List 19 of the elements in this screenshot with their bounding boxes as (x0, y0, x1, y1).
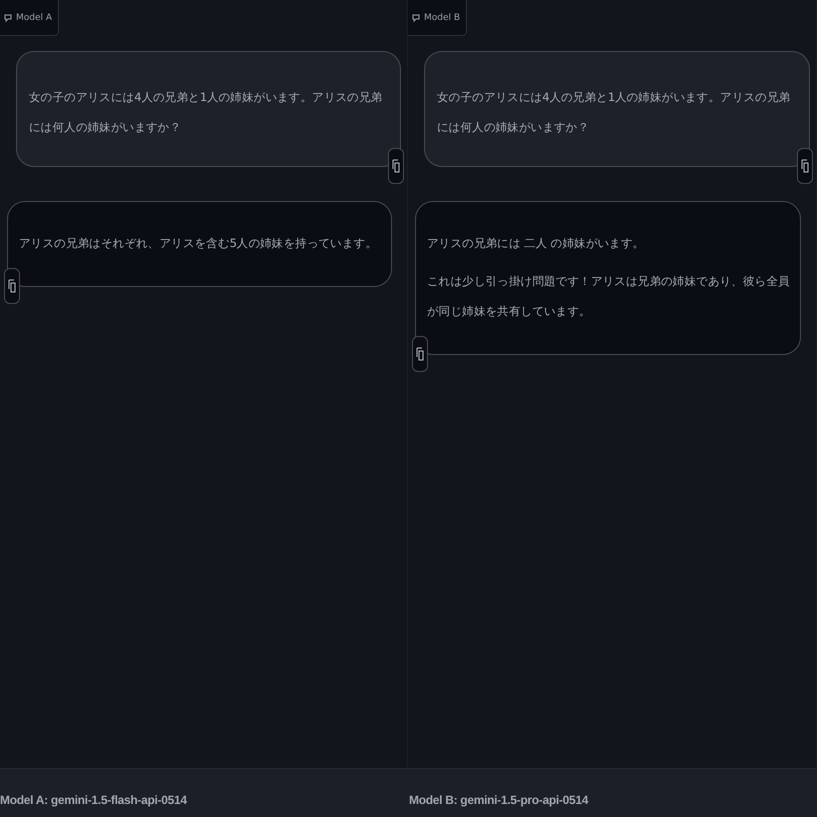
message-text: アリスの兄弟はそれぞれ、アリスを含む5人の姉妹を持っています。 (19, 235, 378, 252)
model-label-text: Model A (16, 12, 52, 22)
chat-icon (412, 14, 420, 22)
copy-icon (801, 159, 809, 173)
copy-icon (8, 279, 16, 293)
copy-button[interactable] (412, 336, 428, 372)
chat-icon (4, 14, 12, 22)
message-text: 女の子のアリスには4人の兄弟と1人の姉妹がいます。アリスの兄弟には何人の姉妹がいますか？ (437, 89, 792, 136)
model-label-text: Model B (424, 12, 460, 22)
message-text: アリスの兄弟には 二人 の姉妹がいます。 (427, 235, 646, 252)
message-text: 女の子のアリスには4人の兄弟と1人の姉妹がいます。アリスの兄弟には何人の姉妹がいますか？ (29, 89, 384, 136)
model-name: Model A: gemini-1.5-flash-api-0514 (0, 793, 188, 807)
copy-button[interactable] (797, 148, 813, 184)
copy-icon (416, 347, 424, 361)
copy-icon (392, 159, 400, 173)
copy-button[interactable] (388, 148, 404, 184)
model-name: Model B: gemini-1.5-pro-api-0514 (409, 793, 590, 807)
message-text: これは少し引っ掛け問題です！アリスは兄弟の姉妹であり、彼ら全員が同じ姉妹を共有しています。 (427, 273, 791, 320)
copy-button[interactable] (4, 268, 20, 304)
